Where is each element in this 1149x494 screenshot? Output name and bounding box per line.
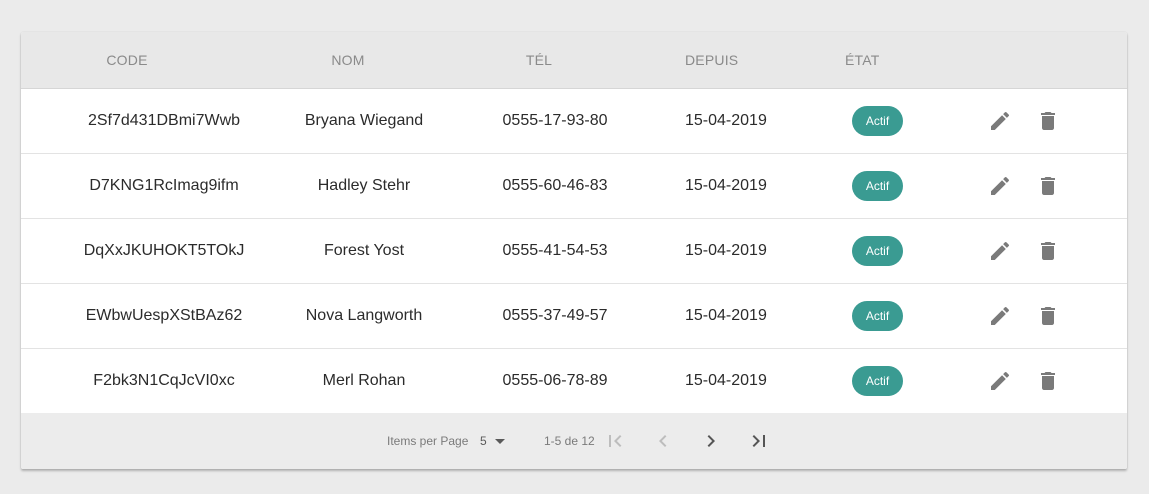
pencil-icon [991, 111, 1010, 130]
edit-button[interactable] [988, 239, 1012, 263]
cell-code: D7KNG1RcImag9ifm [89, 177, 239, 194]
delete-button[interactable] [1036, 109, 1060, 133]
cell-depuis: 15-04-2019 [685, 112, 767, 129]
cell-code: 2Sf7d431DBmi7Wwb [87, 112, 241, 129]
header-nom[interactable]: NOM [331, 32, 364, 88]
cell-tel: 0555-60-46-83 [502, 177, 608, 194]
cell-tel: 0555-37-49-57 [502, 307, 608, 324]
cell-depuis: 15-04-2019 [685, 177, 767, 194]
first-page-button[interactable] [603, 429, 627, 453]
previous-page-button[interactable] [651, 429, 675, 453]
status-badge: Actif [852, 301, 903, 331]
table-row[interactable]: EWbwUespXStBAz62 Nova Langworth 0555-37-… [21, 284, 1127, 349]
next-page-button[interactable] [699, 429, 723, 453]
chevron-right-icon [707, 435, 715, 447]
trash-icon [1041, 242, 1055, 260]
cell-depuis: 15-04-2019 [685, 242, 767, 259]
cell-tel: 0555-41-54-53 [502, 242, 608, 259]
edit-button[interactable] [988, 174, 1012, 198]
pencil-icon [991, 241, 1010, 260]
last-page-icon [752, 435, 765, 447]
cell-code: EWbwUespXStBAz62 [85, 307, 243, 324]
header-depuis[interactable]: DEPUIS [685, 32, 738, 88]
items-per-page-select[interactable]: 5 [480, 413, 487, 469]
status-badge: Actif [852, 171, 903, 201]
trash-icon [1041, 307, 1055, 325]
first-page-icon [609, 435, 622, 447]
table-row[interactable]: D7KNG1RcImag9ifm Hadley Stehr 0555-60-46… [21, 154, 1127, 219]
page-range-label: 1-5 de 12 [544, 434, 595, 448]
header-tel[interactable]: TÉL [526, 32, 552, 88]
table-header: CODE NOM TÉL DEPUIS ÉTAT [21, 32, 1127, 89]
pencil-icon [991, 176, 1010, 195]
header-code[interactable]: CODE [106, 32, 147, 88]
cell-code: DqXxJKUHOKT5TOkJ [83, 242, 245, 259]
status-badge: Actif [852, 366, 903, 396]
status-badge: Actif [852, 106, 903, 136]
cell-tel: 0555-17-93-80 [502, 112, 608, 129]
pencil-icon [991, 306, 1010, 325]
trash-icon [1041, 112, 1055, 130]
cell-depuis: 15-04-2019 [685, 372, 767, 389]
caret-down-icon[interactable] [495, 439, 505, 444]
items-per-page-label: Items per Page [387, 434, 469, 448]
cell-nom: Hadley Stehr [317, 177, 411, 194]
cell-nom: Merl Rohan [322, 372, 406, 389]
table-row[interactable]: 2Sf7d431DBmi7Wwb Bryana Wiegand 0555-17-… [21, 89, 1127, 154]
table-pagination: Items per Page 5 1-5 de 12 [21, 413, 1127, 469]
cell-code: F2bk3N1CqJcVI0xc [93, 372, 235, 389]
trash-icon [1041, 372, 1055, 390]
delete-button[interactable] [1036, 369, 1060, 393]
delete-button[interactable] [1036, 239, 1060, 263]
delete-button[interactable] [1036, 174, 1060, 198]
table-row[interactable]: DqXxJKUHOKT5TOkJ Forest Yost 0555-41-54-… [21, 219, 1127, 284]
edit-button[interactable] [988, 369, 1012, 393]
cell-nom: Bryana Wiegand [304, 112, 424, 129]
cell-depuis: 15-04-2019 [685, 307, 767, 324]
delete-button[interactable] [1036, 304, 1060, 328]
trash-icon [1041, 177, 1055, 195]
header-etat[interactable]: ÉTAT [845, 32, 880, 88]
cell-tel: 0555-06-78-89 [502, 372, 608, 389]
last-page-button[interactable] [747, 429, 771, 453]
status-badge: Actif [852, 236, 903, 266]
pencil-icon [991, 371, 1010, 390]
edit-button[interactable] [988, 304, 1012, 328]
cell-nom: Nova Langworth [305, 307, 423, 324]
cell-nom: Forest Yost [323, 242, 405, 259]
edit-button[interactable] [988, 109, 1012, 133]
chevron-left-icon [659, 435, 667, 447]
table-row[interactable]: F2bk3N1CqJcVI0xc Merl Rohan 0555-06-78-8… [21, 349, 1127, 413]
data-table-card: CODE NOM TÉL DEPUIS ÉTAT 2Sf7d431DBmi7Ww… [21, 32, 1127, 469]
